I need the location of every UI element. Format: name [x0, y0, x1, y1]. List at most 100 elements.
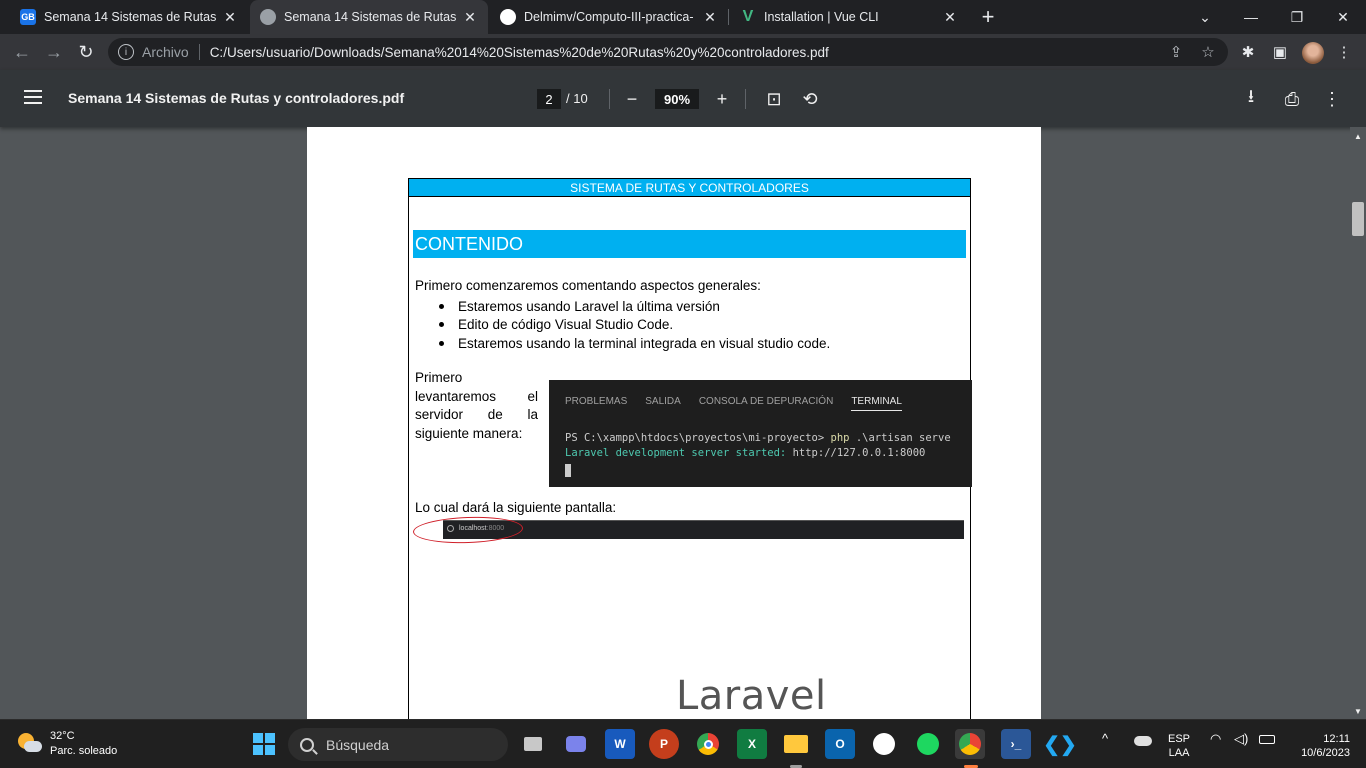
forward-button[interactable]: →	[40, 38, 68, 66]
terminal-tab-salida: SALIDA	[645, 396, 681, 407]
pdf-page: SISTEMA DE RUTAS Y CONTROLADORES CONTENI…	[307, 127, 1041, 719]
word: siguiente manera:	[415, 425, 523, 441]
back-button[interactable]: ←	[8, 38, 36, 66]
list-item: Edito de código Visual Studio Code.	[415, 316, 830, 335]
weather-widget[interactable]: 32°C Parc. soleado	[16, 729, 117, 759]
wifi-icon[interactable]: ◠	[1210, 732, 1221, 746]
close-tab-icon[interactable]: ✕	[462, 9, 478, 25]
word: de	[487, 407, 503, 422]
task-view-icon[interactable]	[518, 729, 548, 759]
outlook-icon[interactable]: O	[825, 729, 855, 759]
terminal-tab-terminal: TERMINAL	[851, 396, 902, 411]
profile-avatar[interactable]	[1302, 42, 1324, 64]
chrome-icon[interactable]	[693, 729, 723, 759]
text-line: siguiente manera:	[415, 425, 538, 444]
tab-title: Semana 14 Sistemas de Rutas y c	[44, 10, 216, 24]
close-window-button[interactable]: ✕	[1320, 0, 1366, 34]
document-header: SISTEMA DE RUTAS Y CONTROLADORES	[409, 179, 970, 197]
section-title: CONTENIDO	[413, 230, 966, 258]
vscode-icon[interactable]: ❮❯	[1043, 729, 1077, 759]
terminal-prompt: PS C:\xampp\htdocs\proyectos\mi-proyecto…	[565, 432, 825, 444]
restore-button[interactable]: ❐	[1274, 0, 1320, 34]
onedrive-cloud-icon[interactable]	[1134, 732, 1152, 746]
globe-icon	[260, 9, 276, 25]
hamburger-menu-icon[interactable]	[24, 90, 42, 104]
taskbar-search[interactable]: Búsqueda	[288, 728, 508, 761]
minimize-button[interactable]: —	[1228, 0, 1274, 34]
clock[interactable]: 12:11 10/6/2023	[1290, 732, 1350, 760]
more-menu-icon[interactable]: ⋮	[1334, 42, 1354, 62]
volume-icon[interactable]: ◁)	[1234, 732, 1248, 746]
show-hidden-icons[interactable]: ^	[1102, 732, 1108, 746]
info-icon[interactable]: i	[118, 44, 134, 60]
address-bar[interactable]: i Archivo C:/Users/usuario/Downloads/Sem…	[108, 38, 1228, 66]
print-icon[interactable]: ⎙	[1281, 88, 1303, 110]
teams-chat-icon[interactable]	[561, 729, 591, 759]
new-tab-button[interactable]: +	[976, 4, 1000, 29]
spotify-icon[interactable]	[913, 729, 943, 759]
tab-search-icon[interactable]: ⌄	[1182, 0, 1228, 34]
scroll-down-icon[interactable]: ▼	[1350, 704, 1366, 718]
document-frame: SISTEMA DE RUTAS Y CONTROLADORES CONTENI…	[408, 178, 972, 719]
vue-logo-icon: V	[742, 8, 754, 25]
word-icon[interactable]: W	[605, 729, 635, 759]
powershell-icon[interactable]: ›_	[1001, 729, 1031, 759]
laravel-logo-text: Laravel	[676, 673, 827, 719]
url-text[interactable]: C:/Users/usuario/Downloads/Semana%2014%2…	[210, 45, 829, 60]
close-tab-icon[interactable]: ✕	[702, 9, 718, 25]
browser-tab-1[interactable]: GB Semana 14 Sistemas de Rutas y c ✕	[10, 0, 248, 34]
terminal-cursor	[565, 464, 571, 477]
browser-toolbar: ← → ↻ i Archivo C:/Users/usuario/Downloa…	[0, 34, 1366, 70]
bookmark-star-icon[interactable]: ☆	[1198, 42, 1218, 62]
toolbar-divider	[609, 89, 610, 109]
list-item-text: Estaremos usando Laravel la última versi…	[458, 298, 720, 314]
close-tab-icon[interactable]: ✕	[222, 9, 238, 25]
zoom-out-icon[interactable]: −	[621, 88, 643, 110]
bullet-icon	[439, 322, 444, 328]
bullet-icon	[439, 340, 444, 346]
terminal-cmd-args: .\artisan serve	[855, 432, 951, 444]
search-placeholder: Búsqueda	[326, 736, 390, 753]
list-item-text: Edito de código Visual Studio Code.	[458, 317, 674, 333]
browser-tab-3[interactable]: Delmimv/Computo-III-practica- ✕	[490, 0, 728, 34]
pdf-title: Semana 14 Sistemas de Rutas y controlado…	[68, 90, 405, 106]
zoom-in-icon[interactable]: +	[711, 88, 733, 110]
word: servidor	[415, 407, 464, 422]
pdf-toolbar: Semana 14 Sistemas de Rutas y controlado…	[0, 70, 1366, 127]
side-panel-icon[interactable]: ▣	[1270, 42, 1290, 62]
intro-paragraph: Primero comenzaremos comentando aspectos…	[415, 278, 761, 293]
partly-sunny-icon	[16, 731, 42, 757]
page-number-input[interactable]: 2	[537, 89, 561, 109]
share-icon[interactable]: ⇪	[1166, 42, 1186, 62]
scrollbar-thumb[interactable]	[1352, 202, 1364, 236]
server-paragraph: Primero levantaremos el servidor de la sigu…	[415, 369, 538, 443]
powerpoint-icon[interactable]: P	[649, 729, 679, 759]
gb-favicon-icon: GB	[20, 9, 36, 25]
close-tab-icon[interactable]: ✕	[942, 9, 958, 25]
terminal-url: http://127.0.0.1:8000	[792, 447, 926, 459]
excel-icon[interactable]: X	[737, 729, 767, 759]
chrome-profile-icon[interactable]	[955, 729, 985, 759]
file-explorer-icon[interactable]	[781, 729, 811, 759]
browser-tab-4[interactable]: V Installation | Vue CLI ✕	[730, 0, 968, 34]
pdf-more-icon[interactable]: ⋮	[1321, 88, 1343, 110]
terminal-output-line: Laravel development server started: http…	[565, 447, 925, 459]
language-indicator[interactable]: ESP LAA	[1168, 732, 1190, 760]
rotate-icon[interactable]: ⟲	[799, 88, 821, 110]
browser-tab-2[interactable]: Semana 14 Sistemas de Rutas y c ✕	[250, 0, 488, 34]
terminal-cmd-php: php	[830, 432, 850, 444]
page-total: / 10	[566, 91, 588, 106]
zoom-input[interactable]: 90%	[655, 89, 699, 109]
reload-button[interactable]: ↻	[72, 38, 100, 66]
terminal-screenshot: PROBLEMAS SALIDA CONSOLA DE DEPURACIÓN T…	[549, 380, 972, 487]
text-line: levantaremos el	[415, 388, 538, 407]
scroll-up-icon[interactable]: ▲	[1350, 129, 1366, 143]
download-icon[interactable]: ⭳	[1240, 86, 1262, 110]
start-button[interactable]	[249, 729, 279, 759]
extensions-icon[interactable]: ✱	[1238, 42, 1258, 62]
tab-title: Installation | Vue CLI	[764, 10, 879, 24]
terminal-tabs: PROBLEMAS SALIDA CONSOLA DE DEPURACIÓN T…	[565, 396, 920, 411]
fit-page-icon[interactable]: ⊡	[763, 88, 785, 110]
battery-icon[interactable]	[1259, 732, 1275, 744]
whatsapp-icon[interactable]	[869, 729, 899, 759]
